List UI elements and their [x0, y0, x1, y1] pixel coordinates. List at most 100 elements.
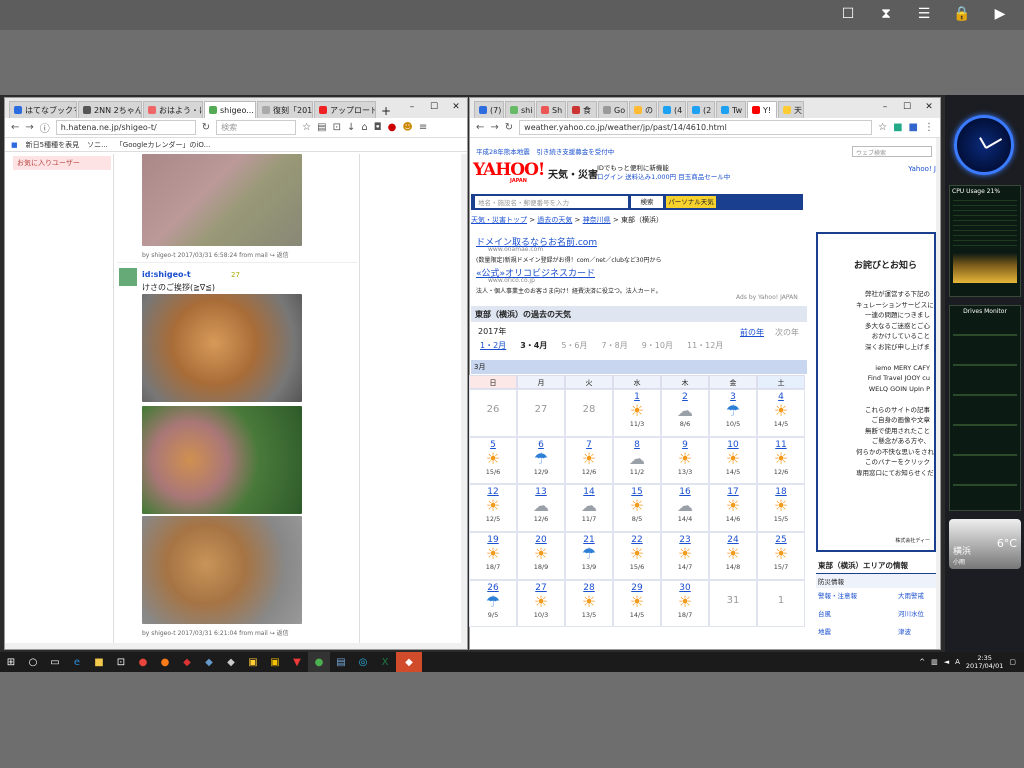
menu-icon[interactable]: ⋮ [924, 122, 934, 133]
personal-weather-button[interactable]: パーソナル天気 [666, 196, 716, 208]
bookmark-item[interactable]: 新日5種種を表見 [26, 140, 79, 150]
avatar[interactable] [119, 268, 137, 286]
minimize-button[interactable]: – [401, 98, 423, 116]
back-icon[interactable]: ← [476, 122, 484, 133]
maximize-button[interactable]: ☐ [896, 98, 918, 116]
post-author[interactable]: id:shigeo-t [142, 270, 191, 279]
breadcrumb-link[interactable]: 神奈川県 [583, 216, 611, 224]
notice-box[interactable]: お詫びとお知ら 弊社が運営する下記の キュレーションサービスに 一連の問題につきまし… [816, 232, 936, 552]
tab-11[interactable]: 天 [778, 101, 804, 118]
calendar-day[interactable]: 4 ☀ 14/5 [757, 389, 805, 437]
tab-ohayou[interactable]: おはよう・は... [143, 101, 203, 118]
cat-photo[interactable] [142, 294, 302, 402]
area-link[interactable]: 河川水位 [898, 608, 940, 618]
calendar-day[interactable]: 30 ☀ 18/7 [661, 579, 709, 628]
tab-fukkoku[interactable]: 復刻「2017... [257, 101, 313, 118]
database-icon[interactable]: ☰ [914, 4, 934, 24]
drives-gadget[interactable]: Drives Monitor [949, 305, 1021, 511]
calendar-day[interactable]: 21 ☂ 13/9 [565, 532, 613, 580]
tab-youtube-upload[interactable]: アップロード -... [314, 101, 376, 118]
calendar-day[interactable]: 27 ☀ 10/3 [517, 579, 565, 628]
home-icon[interactable]: ⌂ [361, 122, 367, 133]
promo-line[interactable]: ログイン 送料込み1,000円 目玉商品セール中 [597, 171, 730, 181]
horizontal-scrollbar[interactable] [5, 643, 461, 649]
calendar-day[interactable]: 11 ☀ 12/6 [757, 436, 805, 485]
explorer-icon[interactable]: ■ [88, 652, 110, 672]
breadcrumb-link[interactable]: 過去の天気 [537, 216, 572, 224]
calendar-day[interactable]: 28 ☀ 13/5 [565, 579, 613, 628]
lock-icon[interactable]: 🔒 [952, 4, 972, 24]
calendar-day[interactable]: 1 ☀ 11/3 [613, 389, 661, 437]
calendar-day[interactable]: 24 ☀ 14/8 [709, 532, 757, 580]
calendar-day[interactable]: 15 ☀ 8/5 [613, 484, 661, 533]
new-tab-button[interactable]: + [377, 104, 395, 118]
scrollbar[interactable] [936, 138, 940, 649]
left-search-box[interactable]: 検索 [216, 120, 297, 135]
clock[interactable]: 2:35 2017/04/01 [966, 654, 1003, 670]
chrome-icon[interactable]: ● [132, 652, 154, 672]
reload-icon[interactable]: ↻ [202, 122, 210, 133]
tab-7[interactable]: (4 [658, 101, 686, 118]
forward-icon[interactable]: → [25, 122, 33, 133]
place-search-button[interactable]: 検索 [631, 196, 663, 208]
hourglass-icon[interactable]: ⧗ [876, 4, 896, 24]
calendar-day[interactable]: 16 ☁ 14/4 [661, 484, 709, 533]
area-link[interactable]: 警報・注意報 [818, 590, 898, 600]
calendar-day[interactable]: 17 ☀ 14/6 [709, 484, 757, 533]
chevron-up-icon[interactable]: ^ [919, 658, 925, 666]
right-url-bar[interactable]: weather.yahoo.co.jp/weather/jp/past/14/4… [519, 120, 873, 135]
app-icon[interactable]: ▣ [264, 652, 286, 672]
tab-9[interactable]: Tw [716, 101, 746, 118]
scrollbar[interactable] [461, 154, 467, 649]
reload-icon[interactable]: ↻ [505, 122, 513, 133]
bookmark-icon[interactable]: ■ [11, 141, 18, 149]
edge-icon[interactable]: e [66, 652, 88, 672]
month-tab[interactable]: 1・2月 [480, 340, 506, 351]
tab-8[interactable]: (2 [687, 101, 715, 118]
store-icon[interactable]: ⊡ [110, 652, 132, 672]
cat-photo[interactable] [142, 406, 302, 514]
pocket-icon[interactable]: ◘ [374, 122, 382, 133]
close-button[interactable]: ✕ [445, 98, 467, 116]
app-icon[interactable]: ◆ [198, 652, 220, 672]
tab-2[interactable]: shi [505, 101, 535, 118]
download-icon[interactable]: ↓ [347, 122, 355, 133]
clipboard-icon[interactable]: ▤ [317, 122, 326, 133]
calendar-day[interactable]: 10 ☀ 14/5 [709, 436, 757, 485]
calendar-day[interactable]: 14 ☁ 11/7 [565, 484, 613, 533]
calendar-day[interactable]: 23 ☀ 14/7 [661, 532, 709, 580]
calendar-day[interactable]: 20 ☀ 18/9 [517, 532, 565, 580]
task-view-icon[interactable]: ▭ [44, 652, 66, 672]
search-icon[interactable]: ○ [22, 652, 44, 672]
extension-icon[interactable]: ☻ [402, 122, 412, 133]
calendar-day[interactable]: 6 ☂ 12/9 [517, 436, 565, 485]
area-link[interactable]: 地震 [818, 626, 898, 636]
bookmark-item[interactable]: 「Googleカレンダー」のiO... [116, 140, 211, 150]
calendar-day[interactable]: 13 ☁ 12/6 [517, 484, 565, 533]
calendar-day[interactable]: 8 ☁ 11/2 [613, 436, 661, 485]
tab-3[interactable]: Sh [536, 101, 566, 118]
calendar-day[interactable]: 5 ☀ 15/6 [469, 436, 517, 485]
maximize-button[interactable]: ☐ [423, 98, 445, 116]
tab-hatena-bookmark[interactable]: はてなブックマーク... [9, 101, 77, 118]
month-tab-active[interactable]: 3・4月 [520, 340, 547, 351]
right-search-box[interactable]: ウェブ検索 [852, 146, 932, 157]
calendar-day[interactable]: 3 ☂ 10/5 [709, 389, 757, 437]
sidebar-favorites[interactable]: お気に入りユーザー [13, 156, 111, 170]
tab-10[interactable]: Y! [747, 101, 777, 118]
app-icon[interactable]: ▣ [242, 652, 264, 672]
star-icon[interactable]: ☆ [878, 122, 887, 133]
ime-icon[interactable]: A [955, 658, 960, 666]
left-url-bar[interactable]: h.hatena.ne.jp/shigeo-t/ [55, 120, 196, 135]
extension-icon[interactable]: ■ [909, 122, 918, 133]
calendar-day[interactable]: 29 ☀ 14/5 [613, 579, 661, 628]
tab-5[interactable]: Go [598, 101, 628, 118]
network-icon[interactable]: ▥ [931, 658, 938, 666]
bookmark-item[interactable]: ソニ... [87, 140, 108, 150]
tab-4[interactable]: 食 [567, 101, 597, 118]
firefox-icon[interactable]: ● [154, 652, 176, 672]
minimize-button[interactable]: – [874, 98, 896, 116]
place-search-input[interactable]: 地名・施設名・郵便番号を入力 [475, 196, 628, 208]
clock-gadget[interactable] [954, 115, 1014, 175]
tab-1[interactable]: (7) [474, 101, 504, 118]
